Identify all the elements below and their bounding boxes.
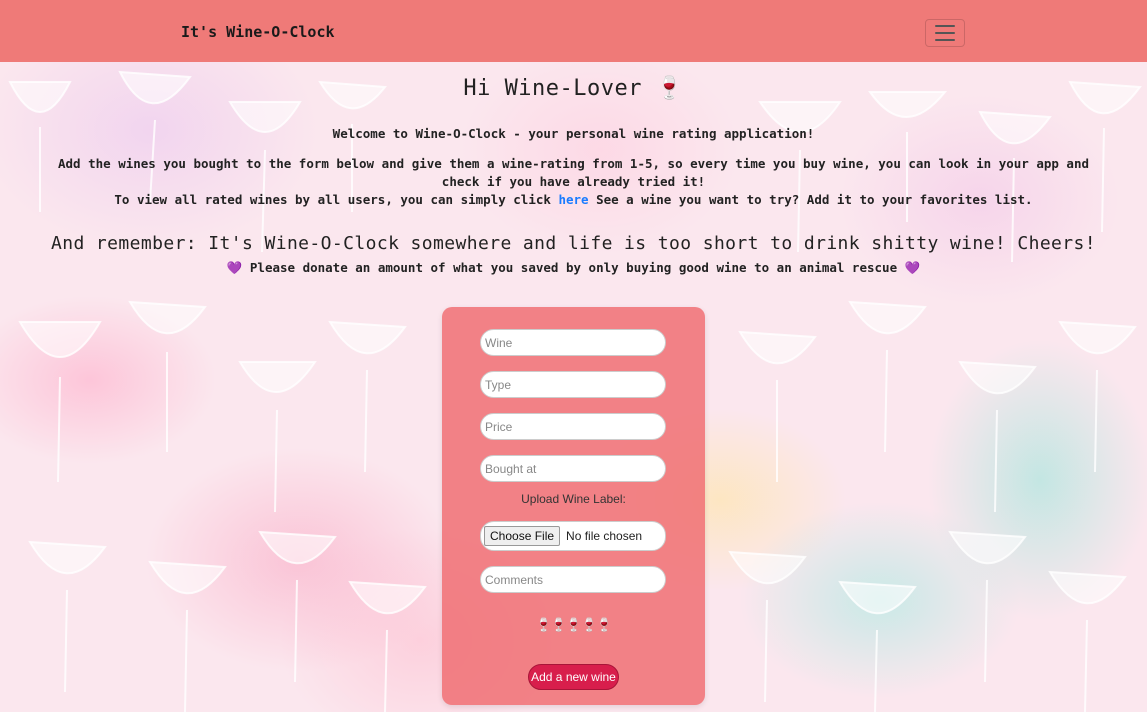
remember-text: And remember: It's Wine-O-Clock somewher… — [50, 233, 1097, 254]
hamburger-icon — [935, 25, 955, 27]
main-content: Hi Wine-Lover 🍷 Welcome to Wine-O-Clock … — [0, 62, 1147, 276]
add-wine-form: Wine Type Price Bought at Upload Wine La… — [442, 307, 705, 705]
comments-input[interactable]: Comments — [480, 566, 666, 593]
bought-at-input[interactable]: Bought at — [480, 455, 666, 482]
wine-rating-icons[interactable]: 🍷🍷🍷🍷🍷 — [442, 617, 705, 633]
view-all-wines-link[interactable]: here — [558, 192, 588, 207]
view-prefix: To view all rated wines by all users, yo… — [114, 192, 551, 207]
file-status: No file chosen — [566, 529, 643, 543]
type-input[interactable]: Type — [480, 371, 666, 398]
price-input[interactable]: Price — [480, 413, 666, 440]
instructions-text: Add the wines you bought to the form bel… — [44, 155, 1104, 209]
view-suffix: See a wine you want to try? Add it to yo… — [596, 192, 1033, 207]
page-title: Hi Wine-Lover 🍷 — [463, 76, 684, 101]
welcome-text: Welcome to Wine-O-Clock - your personal … — [332, 126, 815, 141]
choose-file-button[interactable]: Choose File — [484, 526, 561, 546]
navbar-toggle-button[interactable] — [925, 19, 965, 47]
file-upload-input[interactable]: Choose File No file chosen — [480, 521, 666, 551]
instructions-sentence: Add the wines you bought to the form bel… — [57, 156, 1089, 189]
upload-label: Upload Wine Label: — [521, 492, 626, 506]
donate-text: 💜 Please donate an amount of what you sa… — [226, 260, 921, 275]
add-wine-button[interactable]: Add a new wine — [528, 664, 619, 690]
navbar-brand[interactable]: It's Wine-O-Clock — [181, 23, 335, 41]
navbar: It's Wine-O-Clock — [0, 0, 1147, 62]
hamburger-icon-line — [935, 39, 955, 41]
wine-input[interactable]: Wine — [480, 329, 666, 356]
hamburger-icon-line — [935, 32, 955, 34]
